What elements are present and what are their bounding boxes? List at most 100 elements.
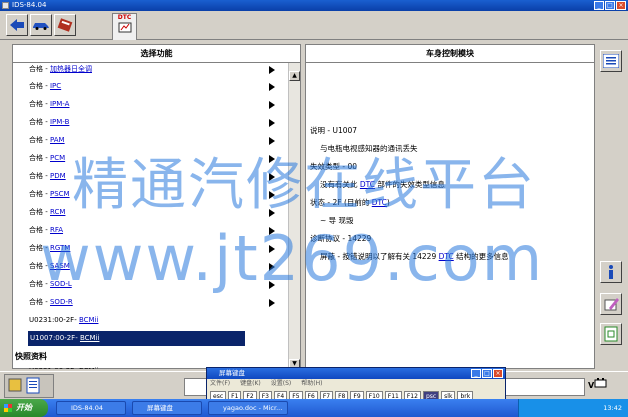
function-list: 合格 - 加热器日全调 合格 - IPC 合格 - IPM-A 合格 - IPM-B 合… — [13, 63, 289, 369]
info-icon — [609, 265, 613, 279]
maximize-button[interactable]: □ — [605, 1, 615, 10]
module-link[interactable]: PSCM — [50, 190, 70, 198]
detail-description: 说明 - U1007 — [310, 126, 358, 135]
module-link[interactable]: 加热器日全调 — [50, 65, 92, 73]
window-titlebar: IDS-84.04 _ □ × — [0, 0, 628, 11]
expand-arrow-icon[interactable] — [269, 83, 275, 91]
taskbar-item[interactable]: yagao.doc - Micr... — [208, 401, 288, 415]
function-list-item[interactable]: 合格 - IPM-A — [15, 97, 287, 112]
status-field-right — [505, 378, 585, 396]
function-list-header: 选择功能 — [13, 45, 300, 63]
function-list-item[interactable]: 合格 - PSCM — [15, 187, 287, 202]
function-list-item[interactable]: 合格 - SASM — [15, 259, 287, 274]
battery-icon — [594, 378, 607, 388]
detail-status-bits: ~ 导 现毁 — [320, 216, 354, 225]
detail-status: 状态 - 2F (目前的 DTC) — [310, 198, 390, 207]
scroll-up-button[interactable]: ▲ — [289, 71, 300, 81]
keyboard-menu-item[interactable]: 文件(F) — [210, 379, 230, 388]
module-link[interactable]: IPM-B — [50, 118, 69, 126]
expand-arrow-icon[interactable] — [269, 66, 275, 74]
tab-dtc[interactable]: DTC — [112, 13, 137, 40]
expand-arrow-icon[interactable] — [269, 155, 275, 163]
detail-failure-info: 没有有关此 DTC 部件的失效类型信息 — [320, 180, 445, 189]
module-link[interactable]: IPM-A — [50, 100, 70, 108]
keyboard-menu-item[interactable]: 键盘(K) — [240, 379, 261, 388]
edit-button[interactable] — [600, 293, 622, 315]
snapshot-section-header: 快照资料 — [15, 352, 47, 361]
dtc-link[interactable]: DTC — [439, 252, 454, 261]
toolbox-button[interactable] — [54, 14, 76, 36]
keyboard-maximize-button[interactable]: □ — [482, 369, 492, 378]
module-link[interactable]: RFA — [50, 226, 63, 234]
expand-arrow-icon[interactable] — [269, 299, 275, 307]
start-button[interactable]: 开始 — [0, 399, 48, 417]
pencil-icon — [604, 298, 619, 311]
keyboard-menu-item[interactable]: 设置(S) — [271, 379, 292, 388]
keyboard-window-controls: _ □ × — [471, 369, 503, 378]
windows-logo-icon — [4, 404, 12, 412]
vehicle-button[interactable] — [30, 14, 52, 36]
function-list-item[interactable]: U0231:00-2F- BCMii — [15, 313, 287, 328]
function-list-item[interactable]: 合格 - 加热器日全调 — [15, 63, 287, 77]
dtc-link[interactable]: DTC — [360, 180, 375, 189]
function-list-item[interactable]: 合格 - SOD-R — [15, 295, 287, 310]
status-left-box — [4, 374, 54, 398]
detail-text: 与电瓶电视感知器的通讯丢失 — [320, 144, 418, 153]
function-list-item[interactable]: 合格 - IPC — [15, 79, 287, 94]
keyboard-menu: 文件(F) 键盘(K) 设置(S) 帮助(H) — [207, 379, 505, 388]
module-link[interactable]: BCMii — [80, 334, 100, 342]
function-list-item[interactable]: 合格 - RFA — [15, 223, 287, 238]
expand-arrow-icon[interactable] — [269, 173, 275, 181]
expand-arrow-icon[interactable] — [269, 209, 275, 217]
close-button[interactable]: × — [616, 1, 626, 10]
function-list-panel: 选择功能 合格 - 加热器日全调 合格 - IPC 合格 - IPM-A 合格 - I… — [12, 44, 301, 369]
minimize-button[interactable]: _ — [594, 1, 604, 10]
module-link[interactable]: PAM — [50, 136, 65, 144]
taskbar-item[interactable]: 屏幕键盘 — [132, 401, 202, 415]
module-link[interactable]: RCM — [50, 208, 65, 216]
detail-protocol: 诊断协议 - 14229 — [310, 234, 372, 243]
expand-arrow-icon[interactable] — [269, 119, 275, 127]
function-list-scrollbar[interactable]: ▲ ▼ — [288, 63, 300, 369]
expand-arrow-icon[interactable] — [269, 191, 275, 199]
app-icon — [2, 2, 9, 9]
dtc-link[interactable]: DTC — [372, 198, 387, 207]
module-link[interactable]: SASM — [50, 262, 70, 270]
print-report-button[interactable] — [600, 323, 622, 345]
function-list-item[interactable]: 合格 - PAM — [15, 133, 287, 148]
expand-arrow-icon[interactable] — [269, 263, 275, 271]
expand-arrow-icon[interactable] — [269, 281, 275, 289]
function-list-item[interactable]: 合格 - RGTM — [15, 241, 287, 256]
module-link[interactable]: PCM — [50, 154, 65, 162]
keyboard-titlebar: 屏幕键盘 _ □ × — [207, 368, 505, 379]
expand-arrow-icon[interactable] — [269, 101, 275, 109]
back-button[interactable] — [6, 14, 28, 36]
module-link[interactable]: SOD-L — [50, 280, 72, 288]
module-link[interactable]: IPC — [50, 82, 61, 90]
module-link[interactable]: RGTM — [50, 244, 70, 252]
function-list-item[interactable]: 合格 - SOD-L — [15, 277, 287, 292]
function-list-item[interactable]: U1007:00-2F- BCMii — [28, 331, 245, 346]
battery-voltage-indicator: V — [588, 378, 608, 390]
keyboard-menu-item[interactable]: 帮助(H) — [301, 379, 322, 388]
module-link[interactable]: BCMii — [79, 316, 99, 324]
toolbox-status-icon[interactable] — [5, 375, 51, 395]
keyboard-minimize-button[interactable]: _ — [471, 369, 481, 378]
expand-arrow-icon[interactable] — [269, 227, 275, 235]
dtc-tab-label: DTC — [117, 14, 132, 21]
function-list-item[interactable]: 合格 - PDM — [15, 169, 287, 184]
expand-arrow-icon[interactable] — [269, 245, 275, 253]
clock: 13:42 — [603, 404, 622, 412]
taskbar-item[interactable]: IDS-84.04 — [56, 401, 126, 415]
dtc-icon — [118, 22, 131, 33]
list-view-button[interactable] — [600, 50, 622, 72]
info-button[interactable] — [600, 261, 622, 283]
module-link[interactable]: SOD-R — [50, 298, 73, 306]
keyboard-close-button[interactable]: × — [493, 369, 503, 378]
function-list-item[interactable]: 合格 - RCM — [15, 205, 287, 220]
report-icon — [604, 326, 618, 342]
function-list-item[interactable]: 合格 - PCM — [15, 151, 287, 166]
module-link[interactable]: PDM — [50, 172, 66, 180]
expand-arrow-icon[interactable] — [269, 137, 275, 145]
function-list-item[interactable]: 合格 - IPM-B — [15, 115, 287, 130]
